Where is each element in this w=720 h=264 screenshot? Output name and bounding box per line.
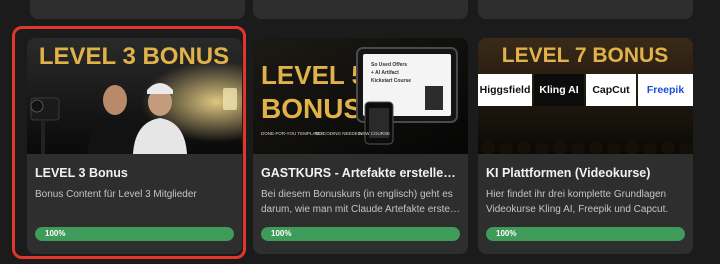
screen-text-1: So Used Offers (371, 62, 407, 68)
course-card-level-3-bonus[interactable]: LEVEL 3 BONUS LEVEL 3 Bonus Bonus Conten… (27, 38, 242, 254)
course-progress-bar: 100% (486, 227, 685, 241)
course-description: Bonus Content für Level 3 Mitglieder (35, 189, 197, 200)
thumbnail-banner-text: LEVEL 7 BONUS (502, 44, 668, 67)
course-card-ki-plattformen[interactable]: LEVEL 7 BONUS Higgsfield Kling AI CapCut… (478, 38, 693, 254)
progress-label: 100% (271, 229, 292, 238)
thumbnail-level-5-bonus: LEVEL 5 BONUS So Used Offers + AI Artifa… (253, 38, 468, 154)
thumbnail-level-3-bonus: LEVEL 3 BONUS (27, 38, 242, 154)
logo-capcut: CapCut (586, 74, 636, 106)
course-thumbnail[interactable]: LEVEL 7 BONUS Higgsfield Kling AI CapCut… (478, 38, 693, 154)
progress-label: 100% (496, 229, 517, 238)
screen-text-3: Kickstart Course (371, 78, 411, 84)
course-progress-bar: 100% (261, 227, 460, 241)
tag-no-coding: NO CODING NEEDED (315, 131, 362, 136)
course-progress-bar: 100% (35, 227, 234, 241)
previous-row-card-3[interactable] (478, 0, 693, 19)
thumbnail-banner-line-2: BONUS (261, 93, 362, 124)
logo-kling-ai: Kling AI (534, 74, 584, 106)
course-title[interactable]: GASTKURS - Artefakte erstellen (... (261, 166, 461, 180)
course-card-gastkurs-artefakte[interactable]: LEVEL 5 BONUS So Used Offers + AI Artifa… (253, 38, 468, 254)
screen-text-2: + AI Artifact (371, 70, 399, 76)
thumbnail-banner-text: LEVEL 3 BONUS (39, 43, 229, 70)
course-title[interactable]: LEVEL 3 Bonus (35, 166, 235, 180)
course-description: Bei diesem Bonuskurs (in englisch) geht … (261, 189, 461, 215)
previous-row-card-1[interactable] (30, 0, 245, 19)
course-title[interactable]: KI Plattformen (Videokurse) (486, 166, 686, 180)
thumbnail-banner-line-1: LEVEL 5 (261, 60, 366, 90)
previous-row-card-2[interactable] (253, 0, 468, 19)
course-thumbnail[interactable]: LEVEL 3 BONUS (27, 38, 242, 154)
logo-freepik: Freepik (638, 74, 693, 106)
progress-label: 100% (45, 229, 66, 238)
course-description: Hier findet ihr drei komplette Grundlage… (486, 189, 669, 215)
logo-higgsfield: Higgsfield (478, 74, 532, 106)
tag-new-course: NEW COURSE (359, 131, 390, 136)
course-thumbnail[interactable]: LEVEL 5 BONUS So Used Offers + AI Artifa… (253, 38, 468, 154)
